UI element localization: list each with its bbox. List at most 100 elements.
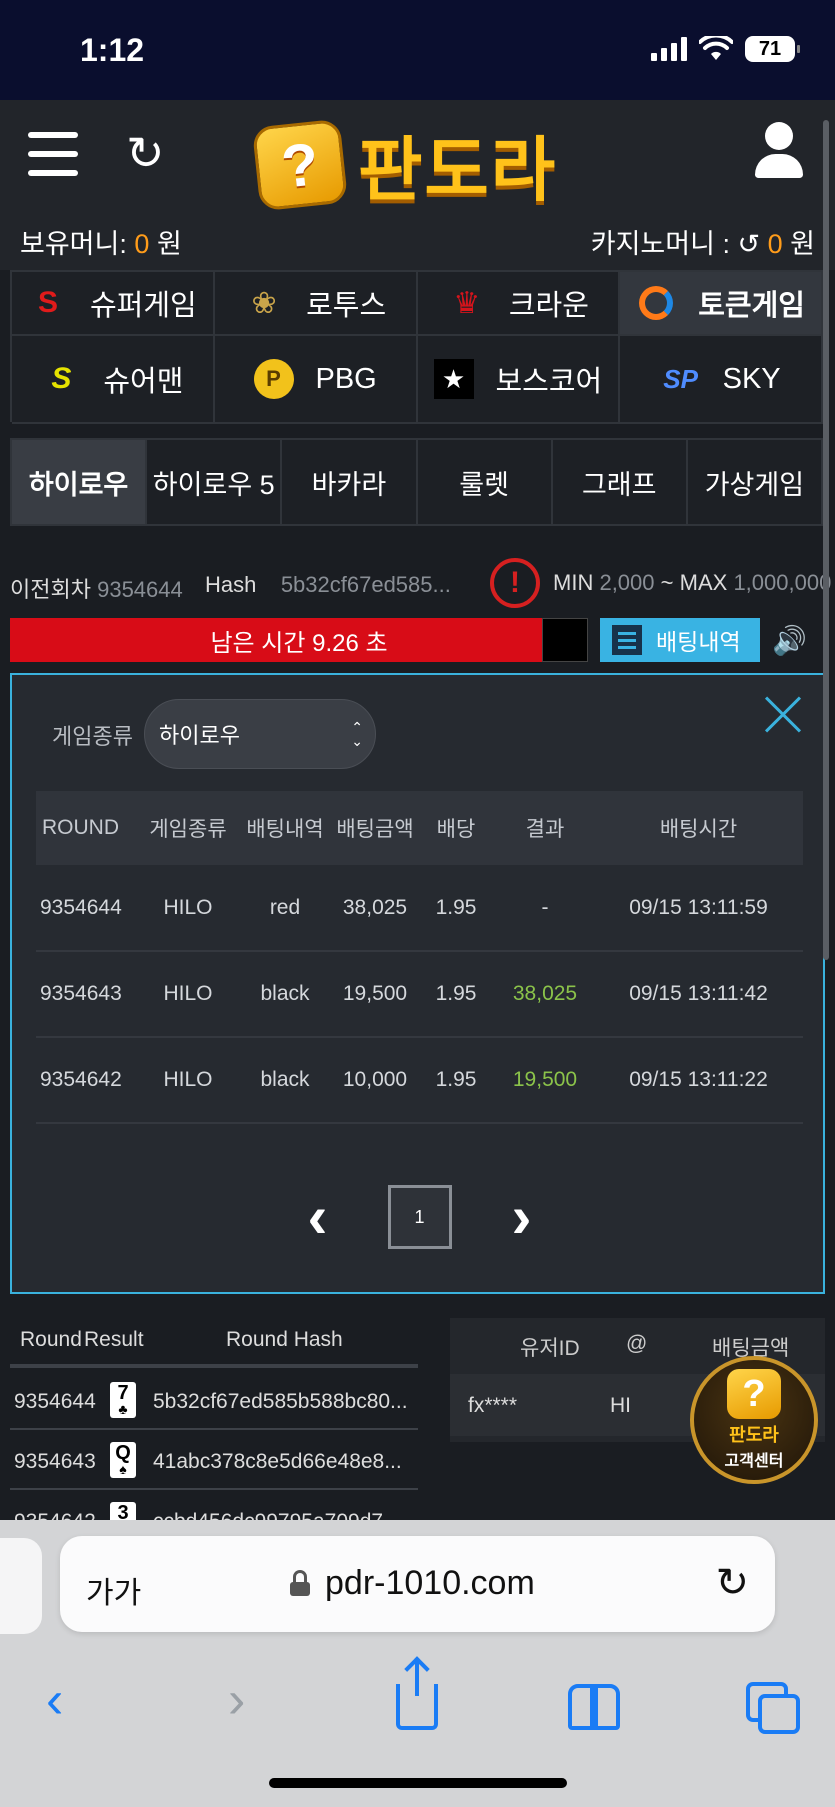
tabs-icon[interactable] [746, 1682, 800, 1734]
balance: 보유머니: 0 원 [20, 229, 182, 259]
category-token-game[interactable]: 토큰게임 [620, 272, 823, 336]
reader-text-size-button[interactable]: 가가 [86, 1568, 141, 1612]
category-lotus[interactable]: ❀ 로투스 [214, 272, 418, 336]
alert-icon[interactable]: ! [490, 558, 540, 608]
home-indicator[interactable] [269, 1778, 567, 1788]
select-arrows-icon: ⌃ ⌄ [351, 719, 363, 749]
table-row: 9354643 Q ♠ 41abc378c8e5d66e48e8... [10, 1432, 418, 1490]
url-text: pdr-1010.com [325, 1564, 535, 1602]
category-sureman[interactable]: S 슈어맨 [12, 336, 215, 424]
game-type-select[interactable]: 하이로우 ⌃ ⌄ [144, 699, 376, 769]
casino-money: 카지노머니 : ↺ 0 원 [590, 229, 815, 259]
cellular-signal-icon [651, 37, 687, 61]
category-super-game[interactable]: S 슈퍼게임 [12, 272, 215, 336]
pbg-icon: P [253, 359, 294, 399]
site-logo[interactable]: ? 판도라 [251, 114, 558, 215]
bet-history-table: ROUND 게임종류 배팅내역 배팅금액 배당 결과 배팅시간 9354644 … [36, 791, 803, 1124]
tab-roulette[interactable]: 룰렛 [418, 440, 553, 524]
tab-graph[interactable]: 그래프 [553, 440, 688, 524]
superman-s-icon: S [37, 286, 58, 319]
tab-baccarat[interactable]: 바카라 [282, 440, 418, 524]
tab-hilo[interactable]: 하이로우 [12, 440, 148, 524]
tab-hilo-5[interactable]: 하이로우 5 [147, 440, 283, 524]
customer-center-button[interactable]: ? 판도라 고객센터 [690, 1356, 818, 1484]
playing-card-icon: 7 ♣ [110, 1382, 136, 1418]
column-header: 배당 [416, 791, 496, 865]
previous-round: 이전회차 9354644 [10, 577, 183, 602]
bookmarks-icon[interactable] [568, 1684, 620, 1730]
prev-page-icon[interactable]: ‹ [308, 1187, 328, 1247]
category-pbg[interactable]: P PBG [214, 336, 418, 424]
logo-question-icon: ? [251, 118, 349, 211]
address-bar[interactable]: 가가 pdr-1010.com ↻ [60, 1536, 775, 1632]
table-header-row: ROUND 게임종류 배팅내역 배팅금액 배당 결과 배팅시간 [36, 791, 803, 865]
back-icon[interactable]: ‹ [46, 1670, 63, 1730]
playing-card-icon: Q ♠ [110, 1442, 136, 1478]
speaker-icon[interactable]: 🔊 [772, 624, 807, 657]
reload-icon[interactable]: ↻ [715, 1560, 749, 1606]
previous-round-value: 9354644 [97, 577, 183, 602]
battery-icon: 71 [745, 36, 800, 62]
timer-row: 남은 시간 9.26 초 배팅내역 🔊 [10, 618, 825, 664]
page-scrollbar[interactable] [823, 120, 829, 960]
page-number-button[interactable]: 1 [387, 1185, 452, 1249]
column-header: 게임종류 [140, 791, 236, 865]
category-boss-score[interactable]: ★ 보스코어 [417, 336, 621, 424]
token-icon [636, 283, 676, 323]
table-row: 9354643 HILO black 19,500 1.95 38,025 09… [36, 951, 803, 1038]
wifi-icon [699, 36, 733, 60]
sky-icon: SP [663, 363, 698, 394]
site-header: ↻ ? 판도라 보유머니: 0 원 카지노머니 : ↺ 0 원 [0, 100, 835, 270]
next-page-icon[interactable]: › [512, 1187, 532, 1247]
table-row: 9354642 HILO black 10,000 1.95 19,500 09… [36, 1037, 803, 1124]
table-row: 9354644 7 ♣ 5b32cf67ed585b588bc80... [10, 1372, 418, 1430]
user-account-icon[interactable] [753, 122, 805, 178]
lock-icon [290, 1570, 310, 1596]
browser-toolbar: 가가 pdr-1010.com ↻ ‹ › [0, 1520, 835, 1807]
list-icon [612, 625, 642, 655]
status-time: 1:12 [80, 32, 145, 68]
column-header: 배팅시간 [594, 791, 803, 865]
browser-nav-bar: ‹ › [0, 1660, 835, 1740]
casino-money-value: 0 [767, 229, 783, 259]
bet-history-button[interactable]: 배팅내역 [600, 618, 760, 662]
status-bar: 1:12 71 [0, 0, 835, 100]
lotus-icon: ❀ [251, 286, 277, 320]
hamburger-menu-icon[interactable] [28, 132, 78, 176]
balance-value: 0 [134, 229, 150, 259]
share-icon[interactable] [396, 1662, 438, 1730]
status-icons: 71 [651, 36, 800, 62]
table-row: 9354644 HILO red 38,025 1.95 - 09/15 13:… [36, 865, 803, 952]
category-crown[interactable]: ♛ 크라운 [417, 272, 621, 336]
round-hash: Hash 5b32cf67ed585... [205, 572, 451, 597]
round-hash-value: 5b32cf67ed585... [280, 572, 451, 597]
tab-virtual-game[interactable]: 가상게임 [688, 440, 823, 524]
round-info: 이전회차 9354644 Hash 5b32cf67ed585... ! MIN… [0, 558, 835, 608]
column-header: 결과 [496, 791, 594, 865]
category-sky[interactable]: SP SKY [620, 336, 823, 424]
forward-icon[interactable]: › [228, 1670, 245, 1730]
previous-tab-stub[interactable] [0, 1538, 42, 1634]
boss-score-icon: ★ [433, 359, 474, 399]
pagination: ‹ 1 › [12, 1185, 827, 1249]
column-header: 배팅금액 [334, 791, 416, 865]
round-hash-table-header: Round Result Round Hash [10, 1306, 418, 1368]
column-header: 배팅내역 [236, 791, 334, 865]
casino-refresh-icon[interactable]: ↺ [737, 229, 760, 259]
page: 1:12 71 ↻ ? 판도라 보유머니: 0 원 카지노머니: ↺ 0 원 … [0, 0, 835, 1807]
logo-text: 판도라 [358, 131, 558, 209]
column-header: ROUND [36, 791, 140, 865]
bet-history-panel: 게임종류 하이로우 ⌃ ⌄ ROUND 게임종류 배팅내역 배팅금액 배당 결과 … [10, 673, 825, 1294]
game-category-grid: S 슈퍼게임 ❀ 로투스 ♛ 크라운 토큰게임 S 슈어맨 P PBG ★ 보스… [10, 270, 825, 424]
close-icon[interactable] [763, 695, 803, 735]
timer-indicator [542, 618, 588, 662]
refresh-icon[interactable]: ↻ [126, 128, 165, 178]
question-icon: ? [727, 1369, 781, 1419]
bet-limits: MIN 2,000 ~ MAX 1,000,000 [553, 570, 832, 595]
sureman-icon: S [51, 362, 72, 395]
crown-icon: ♛ [453, 286, 481, 320]
remaining-time-bar: 남은 시간 9.26 초 [10, 618, 588, 662]
game-tabs: 하이로우 하이로우 5 바카라 룰렛 그래프 가상게임 [10, 438, 825, 526]
game-type-label: 게임종류 [52, 724, 133, 749]
money-row: 보유머니: 0 원 카지노머니 : ↺ 0 원 [0, 220, 835, 260]
